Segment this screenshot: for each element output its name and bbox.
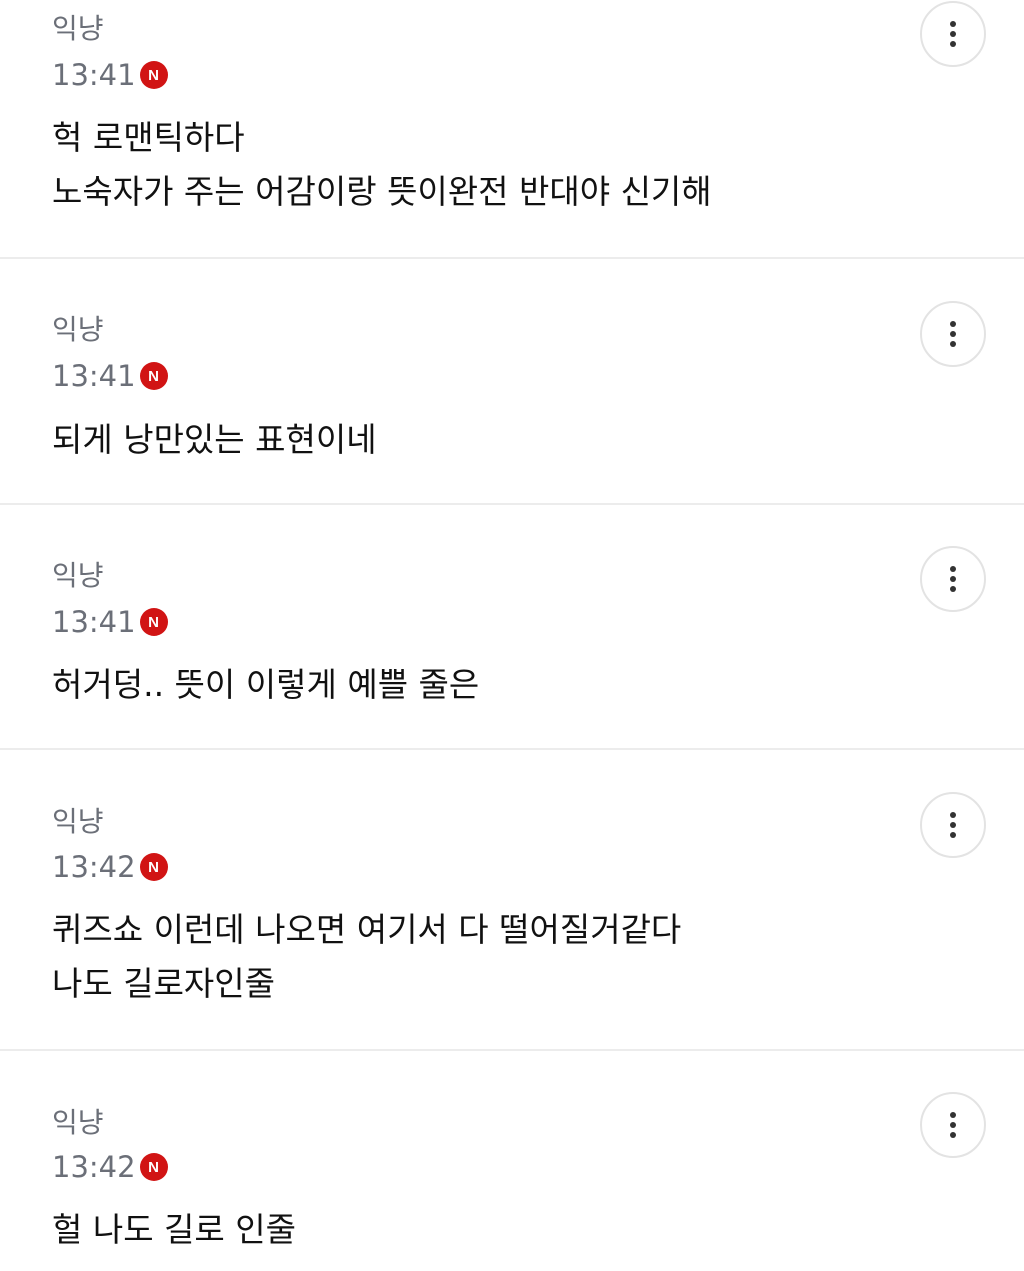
comment-item: 익냥 13:41 N 되게 낭만있는 표현이네	[0, 259, 1024, 505]
comment-meta: 13:42 N	[52, 850, 168, 884]
comment-author: 익냥	[52, 12, 104, 45]
comment-item: 익냥 13:41 N 헉 로맨틱하다 노숙자가 주는 어감이랑 뜻이완전 반대야…	[0, 0, 1024, 259]
comment-text-line: 노숙자가 주는 어감이랑 뜻이완전 반대야 신기해	[52, 172, 712, 211]
comment-author: 익냥	[52, 313, 104, 346]
new-badge: N	[139, 1153, 168, 1181]
comment-meta: 13:41 N	[52, 605, 168, 639]
comment-text-line: 되게 낭만있는 표현이네	[52, 420, 377, 459]
more-vertical-icon	[950, 812, 956, 838]
new-badge: N	[139, 61, 168, 89]
comment-text-line: 퀴즈쇼 이런데 나오면 여기서 다 떨어질거같다	[52, 910, 682, 949]
comment-time: 13:41	[52, 58, 136, 92]
new-badge: N	[139, 853, 168, 881]
comment-more-button[interactable]	[920, 1, 986, 67]
comment-time: 13:42	[52, 1150, 136, 1184]
comment-body: 헉 로맨틱하다 노숙자가 주는 어감이랑 뜻이완전 반대야 신기해	[52, 111, 712, 219]
comment-body: 되게 낭만있는 표현이네	[52, 413, 377, 467]
comment-time: 13:41	[52, 605, 136, 639]
comment-item: 익냥 13:42 N 퀴즈쇼 이런데 나오면 여기서 다 떨어질거같다 나도 길…	[0, 750, 1024, 1051]
comment-item: 익냥 13:42 N 헐 나도 길로 인줄	[0, 1051, 1024, 1271]
comment-text-line: 나도 길로자인줄	[52, 964, 276, 1003]
more-vertical-icon	[950, 21, 956, 47]
comment-more-button[interactable]	[920, 546, 986, 612]
comment-text-line: 허거덩.. 뜻이 이렇게 예쁠 줄은	[52, 665, 480, 704]
comment-meta: 13:42 N	[52, 1150, 168, 1184]
comment-body: 허거덩.. 뜻이 이렇게 예쁠 줄은	[52, 658, 479, 712]
comment-more-button[interactable]	[920, 792, 986, 858]
comment-author: 익냥	[52, 1106, 104, 1139]
more-vertical-icon	[950, 566, 956, 592]
comment-time: 13:41	[52, 359, 136, 393]
comment-body: 헐 나도 길로 인줄	[52, 1203, 296, 1257]
comment-time: 13:42	[52, 850, 136, 884]
comment-author: 익냥	[52, 805, 104, 838]
comment-item: 익냥 13:41 N 허거덩.. 뜻이 이렇게 예쁠 줄은	[0, 505, 1024, 750]
more-vertical-icon	[950, 321, 956, 347]
new-badge: N	[139, 362, 168, 390]
comment-more-button[interactable]	[920, 1092, 986, 1158]
comment-text-line: 헉 로맨틱하다	[52, 118, 245, 157]
comment-more-button[interactable]	[920, 301, 986, 367]
comment-body: 퀴즈쇼 이런데 나오면 여기서 다 떨어질거같다 나도 길로자인줄	[52, 903, 681, 1011]
comment-meta: 13:41 N	[52, 58, 168, 92]
comment-text-line: 헐 나도 길로 인줄	[52, 1210, 296, 1249]
comment-author: 익냥	[52, 559, 104, 592]
more-vertical-icon	[950, 1112, 956, 1138]
comment-meta: 13:41 N	[52, 359, 168, 393]
new-badge: N	[139, 608, 168, 636]
